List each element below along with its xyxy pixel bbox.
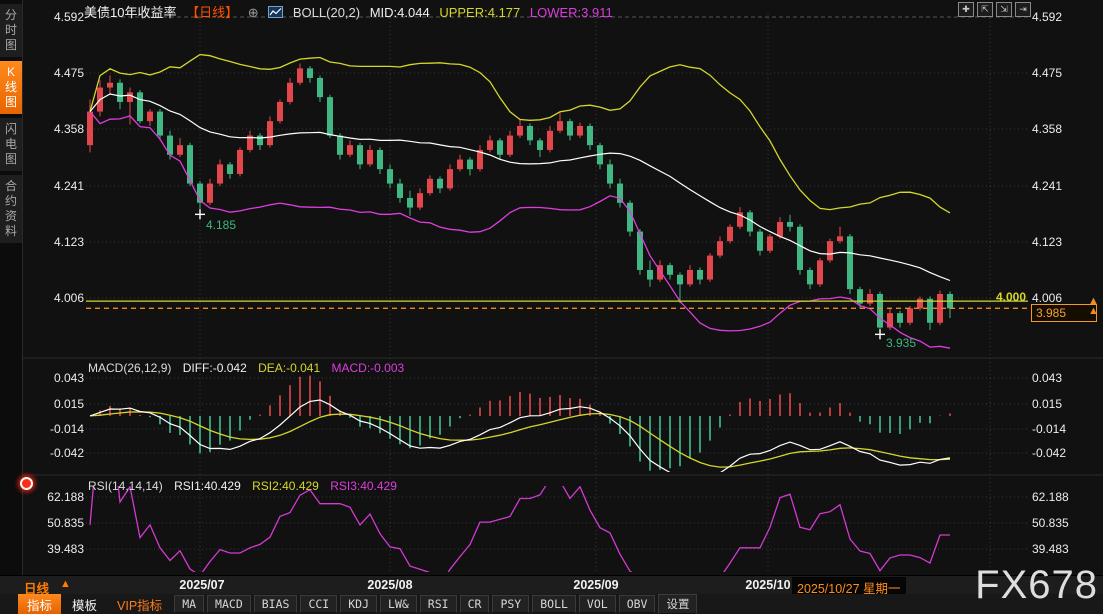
axis-tick: 4.241 bbox=[1032, 179, 1063, 193]
time-axis: 日线 ▲ 2025/10/27 星期一 2025/07 2025/08 2025/0… bbox=[0, 575, 1103, 598]
swing-low-label-1: 4.185 bbox=[206, 218, 237, 232]
indicator-button-kdj[interactable]: KDJ bbox=[340, 595, 378, 613]
indicator-button-vol[interactable]: VOL bbox=[578, 595, 616, 613]
macd-diff-value: DIFF:-0.042 bbox=[182, 361, 247, 375]
indicator-button-cr[interactable]: CR bbox=[459, 595, 490, 613]
macd-pane-header: MACD(26,12,9) DIFF:-0.042 DEA:-0.041 MAC… bbox=[88, 361, 412, 375]
indicator-button-bias[interactable]: BIAS bbox=[253, 595, 298, 613]
indicator-toolbar: 指标 模板 VIP指标 MA MACD BIAS CCI KDJ LW& RSI CR PSY BOLL… bbox=[0, 593, 1103, 614]
indicator-button-psy[interactable]: PSY bbox=[492, 595, 530, 613]
axis-tick: 62.188 bbox=[1032, 490, 1069, 504]
axis-tick: 4.123 bbox=[1032, 235, 1063, 249]
boll-lower-value: LOWER:3.911 bbox=[529, 5, 613, 20]
rsi2-value: RSI2:40.429 bbox=[252, 479, 319, 493]
boll-indicator-label[interactable]: BOLL(20,2) bbox=[293, 5, 360, 20]
macd-macd-value: MACD:-0.003 bbox=[331, 361, 405, 375]
live-indicator-icon bbox=[20, 477, 33, 490]
month-label: 2025/10 bbox=[745, 578, 791, 592]
axis-tick: -0.014 bbox=[1032, 422, 1067, 436]
axis-tick: 4.358 bbox=[1032, 122, 1063, 136]
axis-tick: 4.006 bbox=[1032, 291, 1063, 305]
axis-tick: 50.835 bbox=[47, 516, 84, 530]
axis-tick: 50.835 bbox=[1032, 516, 1069, 530]
month-label: 2025/07 bbox=[179, 578, 225, 592]
indicator-button-obv[interactable]: OBV bbox=[618, 595, 656, 613]
symbol-title: 美债10年收益率 bbox=[84, 5, 177, 20]
month-label: 2025/09 bbox=[573, 578, 619, 592]
axis-tick: 4.123 bbox=[53, 235, 84, 249]
main-chart-header: 美债10年收益率 【日线】 ⊕ BOLL(20,2) MID:4.044 UPP… bbox=[84, 2, 619, 20]
axis-tick: 0.043 bbox=[53, 371, 84, 385]
macd-indicator-label[interactable]: MACD(26,12,9) bbox=[88, 361, 171, 375]
axis-tick: -0.042 bbox=[49, 446, 84, 460]
toolbar-tab-templates[interactable]: 模板 bbox=[63, 594, 106, 614]
axis-tick: -0.042 bbox=[1032, 446, 1067, 460]
brand-watermark: FX678 bbox=[975, 563, 1098, 607]
rsi3-value: RSI3:40.429 bbox=[330, 479, 397, 493]
indicator-button-macd[interactable]: MACD bbox=[207, 595, 251, 613]
toolbar-tab-indicators[interactable]: 指标 bbox=[18, 593, 62, 614]
axis-tick: 4.006 bbox=[53, 291, 84, 305]
mini-chart-icon[interactable] bbox=[268, 5, 284, 20]
rsi-pane-header: RSI(14,14,14) RSI1:40.429 RSI2:40.429 RS… bbox=[88, 479, 405, 493]
price-up-arrow-icon: ▲ ▲ bbox=[1088, 295, 1099, 317]
window-toolbar-icons: ✚ ⇱ ⇲ ⇥ bbox=[958, 2, 1031, 17]
rsi1-value: RSI1:40.429 bbox=[174, 479, 241, 493]
axis-tick: -0.014 bbox=[49, 422, 84, 436]
period-arrow-icon[interactable]: ▲ bbox=[60, 578, 71, 590]
indicator-button-cci[interactable]: CCI bbox=[300, 595, 338, 613]
swing-low-label-2: 3.935 bbox=[886, 336, 917, 350]
trading-app-window: 分 时 图K 线 图闪 电 图合 约 资 料 美债10年收益率 【日线】 ⊕ B… bbox=[0, 0, 1103, 614]
scroll-right-icon[interactable]: ⇥ bbox=[1015, 2, 1031, 17]
toolbar-tab-vip-indicators[interactable]: VIP指标 bbox=[108, 594, 171, 614]
indicator-button-rsi[interactable]: RSI bbox=[419, 595, 457, 613]
axis-tick: 39.483 bbox=[47, 542, 84, 556]
axis-tick: 4.592 bbox=[53, 10, 84, 24]
indicator-button-lw[interactable]: LW& bbox=[380, 595, 417, 613]
axis-tick: 0.043 bbox=[1032, 371, 1063, 385]
axis-tick: 39.483 bbox=[1032, 542, 1069, 556]
axis-tick: 0.015 bbox=[53, 397, 84, 411]
axis-tick: 4.592 bbox=[1032, 10, 1063, 24]
axis-tick: 0.015 bbox=[1032, 397, 1063, 411]
crosshair-tool-icon[interactable]: ✚ bbox=[958, 2, 974, 17]
y-axis-scale-icon[interactable]: ⇱ bbox=[977, 2, 993, 17]
boll-mid-value: MID:4.044 bbox=[369, 5, 430, 20]
macd-dea-value: DEA:-0.041 bbox=[258, 361, 321, 375]
indicator-button-boll[interactable]: BOLL bbox=[532, 595, 576, 613]
link-icon[interactable]: ⊕ bbox=[248, 5, 259, 20]
axis-tick: 4.475 bbox=[53, 66, 84, 80]
axis-tick: 4.241 bbox=[53, 179, 84, 193]
alert-price-label: 4.000 bbox=[995, 290, 1026, 304]
month-label: 2025/08 bbox=[367, 578, 413, 592]
indicator-button-ma[interactable]: MA bbox=[174, 595, 205, 613]
axis-tick: 62.188 bbox=[47, 490, 84, 504]
boll-upper-value: UPPER:4.177 bbox=[439, 5, 521, 20]
axis-tick: 4.475 bbox=[1032, 66, 1063, 80]
x-axis-scale-icon[interactable]: ⇲ bbox=[996, 2, 1012, 17]
rsi-indicator-label[interactable]: RSI(14,14,14) bbox=[88, 479, 163, 493]
period-tag[interactable]: 【日线】 bbox=[186, 5, 238, 20]
axis-tick: 4.358 bbox=[53, 122, 84, 136]
indicator-button-settings[interactable]: 设置 bbox=[658, 594, 698, 614]
